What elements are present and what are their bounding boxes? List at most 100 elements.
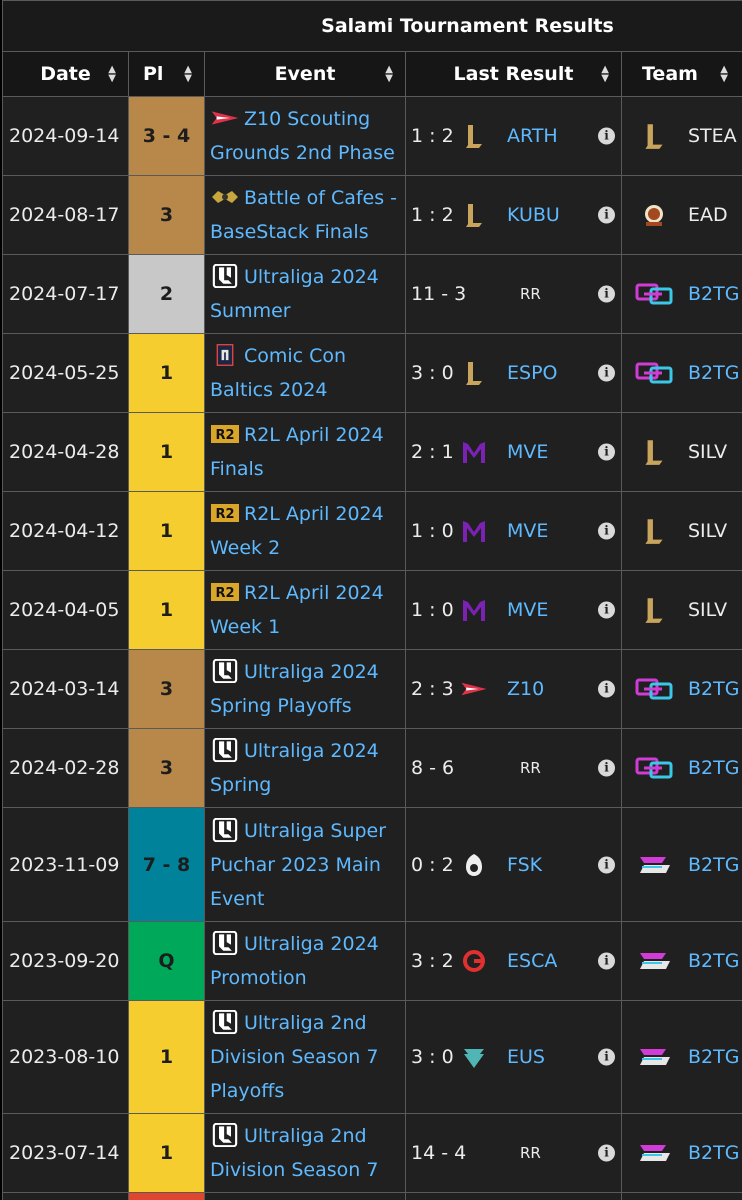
header-team-label: Team [642, 63, 698, 85]
event-name-line[interactable]: Playoffs [210, 1080, 284, 1102]
last-result-cell: 1 : 0 MVE i [405, 570, 622, 650]
last-result-cell: 1 : 2 KUBU i [405, 175, 622, 255]
date-cell: 2023-07-14 [2, 1113, 129, 1193]
date-cell: 2024-05-25 [2, 333, 129, 413]
match-score: 1 : 2 [411, 125, 454, 147]
event-name-line[interactable]: Ultraliga Super [244, 820, 386, 842]
r2l-logo-icon: R2 [210, 422, 240, 446]
team-name[interactable]: B2TG [688, 757, 739, 779]
round-robin-label: RR [520, 285, 541, 303]
lol-l-logo-icon [634, 121, 674, 151]
opponent-team-link[interactable]: EUS [507, 1046, 545, 1068]
info-icon[interactable]: i [598, 364, 615, 382]
event-name-line[interactable]: Puchar 2023 Main [210, 854, 381, 876]
placement-cell: 3 - 4 [128, 96, 205, 176]
team-cell: EAD [621, 175, 742, 255]
column-header-last-result[interactable]: Last Result ▲ ▼ [405, 51, 622, 97]
info-icon[interactable]: i [598, 1048, 615, 1066]
match-score: 14 - 4 [411, 1142, 467, 1164]
event-name-line[interactable]: Spring [210, 774, 271, 796]
opponent-team-link[interactable]: ESCA [507, 950, 557, 972]
team-name[interactable]: B2TG [688, 362, 739, 384]
info-icon[interactable]: i [598, 206, 615, 224]
info-icon[interactable]: i [598, 443, 615, 461]
event-name-line[interactable]: Ultraliga 2024 [244, 661, 379, 683]
event-name-line[interactable]: Finals [210, 458, 264, 480]
column-header-event[interactable]: Event ▲ ▼ [204, 51, 406, 97]
info-icon[interactable]: i [598, 522, 615, 540]
event-name-line[interactable]: Ultraliga 2nd [244, 1125, 367, 1147]
event-name-line[interactable]: Ultraliga 2024 [244, 266, 379, 288]
event-name-line[interactable]: R2L April 2024 [244, 503, 384, 525]
event-name-line[interactable]: Week 1 [210, 616, 280, 638]
event-name-line[interactable]: R2L April 2024 [244, 582, 384, 604]
table-row: 2024-03-14 3 Ultraliga 2024 Spring Playof… [2, 649, 742, 729]
team-cell: B2TG [621, 254, 742, 334]
last-result-cell: 3 : 0 ESPO i [405, 333, 622, 413]
opponent-team-link[interactable]: FSK [507, 854, 542, 876]
event-name-line[interactable]: R2L April 2024 [244, 424, 384, 446]
event-name-line[interactable]: Ultraliga 2024 [244, 933, 379, 955]
event-name-line[interactable]: Baltics 2024 [210, 379, 327, 401]
event-name-line[interactable]: Event [210, 888, 264, 910]
event-name-line[interactable]: Spring Playoffs [210, 695, 352, 717]
info-icon[interactable]: i [598, 759, 615, 777]
cafes-logo-icon [210, 185, 240, 209]
event-name-line[interactable]: Z10 Scouting [244, 108, 370, 130]
last-result-cell: 3 : 2 ESCA i [405, 921, 622, 1001]
info-icon[interactable]: i [598, 856, 615, 873]
event-name-line[interactable]: Ultraliga 2nd [244, 1012, 367, 1034]
event-name-line[interactable]: Grounds 2nd Phase [210, 142, 395, 164]
info-icon[interactable]: i [598, 952, 615, 970]
sort-arrows-icon[interactable]: ▲ ▼ [108, 65, 116, 84]
event-cell: Ultraliga Super Puchar 2023 Main Event [204, 807, 406, 922]
sort-arrows-icon[interactable]: ▲ ▼ [601, 65, 609, 84]
event-name-line[interactable]: Week 2 [210, 537, 280, 559]
column-header-place[interactable]: Pl ▲ ▼ [128, 51, 205, 97]
info-icon[interactable]: i [598, 680, 615, 698]
placement-cell: 1 [128, 333, 205, 413]
opponent-team-link[interactable]: ESPO [507, 362, 557, 384]
placement-cell: Q [128, 921, 205, 1001]
opponent-team-link[interactable]: MVE [507, 520, 548, 542]
match-score: 1 : 2 [411, 204, 454, 226]
sort-arrows-icon[interactable]: ▲ ▼ [720, 65, 728, 84]
info-icon[interactable]: i [598, 285, 615, 303]
event-name-line[interactable]: Battle of Cafes - [244, 187, 397, 209]
team-name[interactable]: B2TG [688, 1142, 739, 1164]
team-name[interactable]: B2TG [688, 283, 739, 305]
event-cell: Ultraliga 2024 Summer [204, 254, 406, 334]
table-row: 2024-07-17 2 Ultraliga 2024 Summer 11 - 3… [2, 254, 742, 334]
team-name[interactable]: B2TG [688, 854, 739, 876]
event-name-line[interactable]: BaseStack Finals [210, 221, 369, 243]
team-name[interactable]: B2TG [688, 678, 739, 700]
event-name-line[interactable]: Ultraliga 2024 [244, 740, 379, 762]
event-cell: Ultraliga 2nd Division Season 7 [204, 1113, 406, 1193]
info-icon[interactable]: i [598, 601, 615, 619]
results-page: Salami Tournament Results Date ▲ ▼ Pl ▲ ▼ … [0, 0, 742, 1200]
round-robin-label: RR [520, 1144, 541, 1162]
last-result-cell: 2 : 3 Z10 i [405, 649, 622, 729]
event-name-line[interactable]: Division Season 7 [210, 1159, 378, 1181]
opponent-team-link[interactable]: Z10 [507, 678, 544, 700]
table-row: 2023-07-14 1 Ultraliga 2nd Division Seaso… [2, 1113, 742, 1193]
column-header-date[interactable]: Date ▲ ▼ [2, 51, 129, 97]
opponent-team-link[interactable]: KUBU [507, 204, 560, 226]
event-name-line[interactable]: Promotion [210, 967, 307, 989]
sort-arrows-icon[interactable]: ▲ ▼ [385, 65, 393, 84]
team-name[interactable]: B2TG [688, 950, 739, 972]
event-name-line[interactable]: Division Season 7 [210, 1046, 378, 1068]
info-icon[interactable]: i [598, 1144, 615, 1162]
team-name[interactable]: B2TG [688, 1046, 739, 1068]
opponent-team-link[interactable]: ARTH [507, 125, 558, 147]
opponent-team-link[interactable]: MVE [507, 599, 548, 621]
header-place-label: Pl [143, 63, 164, 85]
event-name-line[interactable]: Comic Con [244, 345, 346, 367]
event-name-line[interactable]: Summer [210, 300, 291, 322]
column-header-team[interactable]: Team ▲ ▼ [621, 51, 742, 97]
info-icon[interactable]: i [598, 127, 615, 145]
opponent-team-link[interactable]: MVE [507, 441, 548, 463]
ultraliga-logo-icon [210, 263, 240, 289]
svg-text:R2: R2 [215, 586, 234, 601]
sort-arrows-icon[interactable]: ▲ ▼ [184, 65, 192, 84]
